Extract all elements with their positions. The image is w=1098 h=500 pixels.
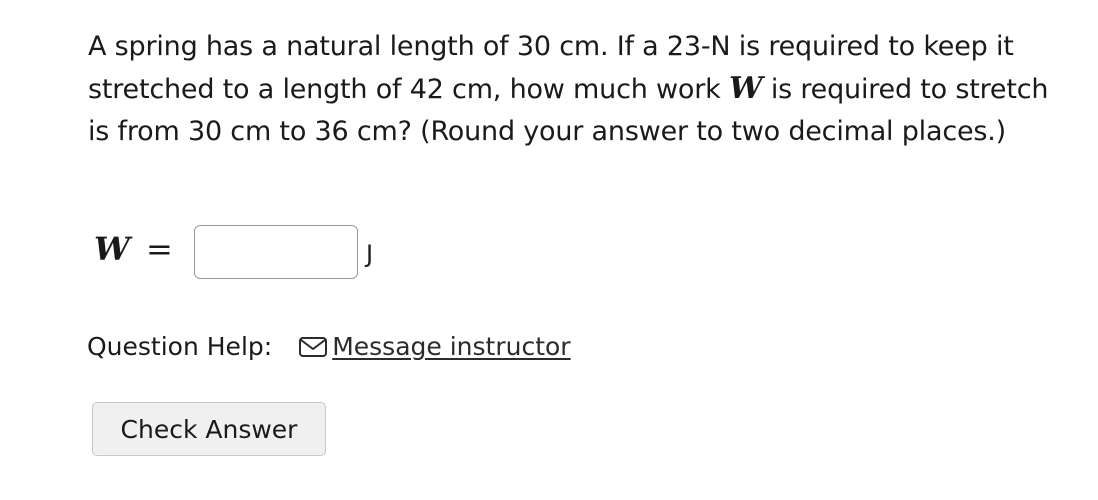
equals-sign: = xyxy=(146,230,173,268)
question-variable: W xyxy=(728,71,763,106)
question-text: A spring has a natural length of 30 cm. … xyxy=(88,26,1068,153)
message-instructor-link[interactable]: Message instructor xyxy=(298,332,571,361)
question-help: Question Help: Message instructor xyxy=(87,332,571,361)
envelope-icon xyxy=(298,335,328,359)
check-answer-button[interactable]: Check Answer xyxy=(92,402,326,456)
message-instructor-label: Message instructor xyxy=(332,332,571,361)
answer-input[interactable] xyxy=(194,225,358,279)
answer-variable: W xyxy=(94,230,130,268)
answer-unit: J xyxy=(366,240,374,268)
question-help-label: Question Help: xyxy=(87,332,273,361)
